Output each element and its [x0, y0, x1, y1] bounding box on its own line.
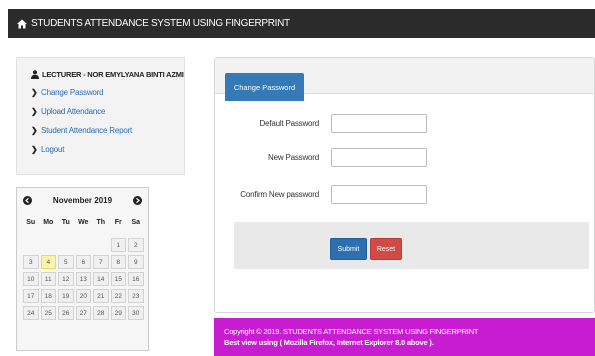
sidebar-item-label: Logout: [41, 145, 65, 154]
top-navbar: STUDENTS ATTENDANCE SYSTEM USING FINGERP…: [8, 9, 595, 38]
next-month-icon[interactable]: [133, 195, 142, 205]
page-footer: Copyright © 2019. STUDENTS ATTENDANCE SY…: [214, 318, 595, 356]
calendar-day[interactable]: 9: [128, 255, 144, 269]
calendar-day[interactable]: 8: [110, 255, 126, 269]
lecturer-name: LECTURER - NOR EMYLYANA BINTI AZMI: [42, 70, 184, 79]
calendar-day[interactable]: 7: [93, 255, 109, 269]
chevron-right-icon: ❯: [31, 88, 38, 97]
calendar-day[interactable]: 19: [58, 289, 74, 303]
calendar-day[interactable]: 25: [40, 306, 56, 320]
confirm-password-field[interactable]: [331, 185, 427, 204]
home-icon[interactable]: [17, 19, 27, 29]
calendar-days-grid: 1 2 3 4 5 6 7 8 9 10 11 12 13 14 15 16 17 18 19 20 21 22 23 24 2…: [17, 232, 148, 320]
calendar-day[interactable]: 14: [93, 272, 109, 286]
sidebar-item-change-password[interactable]: ❯ Change Password: [31, 83, 184, 102]
calendar-day[interactable]: 6: [75, 255, 91, 269]
calendar-day[interactable]: 27: [75, 306, 91, 320]
calendar-day[interactable]: 22: [110, 289, 126, 303]
weekday-label: Mo: [43, 218, 54, 226]
calendar-day[interactable]: 26: [58, 306, 74, 320]
new-password-field[interactable]: [331, 148, 427, 167]
calendar-widget: November 2019 Su Mo Tu We Th Fr Sa 12345…: [16, 187, 149, 351]
calendar-day[interactable]: 17: [23, 289, 39, 303]
weekday-label: Tu: [61, 218, 70, 226]
weekday-label: Fr: [114, 218, 122, 226]
confirm-password-row: Confirm New password: [215, 185, 427, 204]
new-password-row: New Password: [215, 148, 427, 167]
chevron-right-icon: ❯: [31, 145, 38, 154]
submit-button[interactable]: Submit: [330, 238, 367, 260]
calendar-day[interactable]: 21: [93, 289, 109, 303]
confirm-password-label: Confirm New password: [240, 190, 319, 199]
new-password-label: New Password: [268, 153, 319, 162]
calendar-day[interactable]: 13: [75, 272, 91, 286]
calendar-day[interactable]: 10: [23, 272, 39, 286]
sidebar-item-label: Student Attendance Report: [41, 126, 133, 135]
calendar-day[interactable]: 3: [23, 255, 39, 269]
app-title[interactable]: STUDENTS ATTENDANCE SYSTEM USING FINGERP…: [31, 18, 290, 29]
calendar-weekdays: Su Mo Tu We Th Fr Sa: [17, 212, 148, 232]
calendar-empty-cell: [58, 238, 74, 252]
panel-tabbar: Change Password: [215, 58, 594, 101]
calendar-day[interactable]: 2: [128, 238, 144, 252]
calendar-header: November 2019: [17, 188, 148, 212]
reset-button[interactable]: Reset: [370, 238, 402, 260]
weekday-label: Su: [26, 218, 36, 226]
calendar-day[interactable]: 11: [40, 272, 56, 286]
calendar-day[interactable]: 5: [58, 255, 74, 269]
sidebar-item-label: Change Password: [41, 88, 104, 97]
weekday-label: We: [78, 218, 89, 226]
calendar-empty-cell: [76, 238, 92, 252]
calendar-empty-cell: [41, 238, 57, 252]
user-label: LECTURER - NOR EMYLYANA BINTI AZMI: [31, 70, 184, 79]
default-password-field[interactable]: [331, 114, 427, 133]
calendar-day[interactable]: 24: [23, 306, 39, 320]
user-icon: [31, 70, 39, 79]
sidebar-item-upload-attendance[interactable]: ❯ Upload Attendance: [31, 102, 184, 121]
calendar-day[interactable]: 23: [128, 289, 144, 303]
default-password-row: Default Password: [215, 114, 427, 133]
footer-browser-note: Best view using ( Mozilla Firefox, Inter…: [224, 338, 434, 347]
chevron-right-icon: ❯: [31, 107, 38, 116]
chevron-right-icon: ❯: [31, 126, 38, 135]
calendar-day[interactable]: 20: [75, 289, 91, 303]
sidebar-item-label: Upload Attendance: [41, 107, 106, 116]
default-password-label: Default Password: [259, 119, 320, 128]
footer-copyright: Copyright © 2019. STUDENTS ATTENDANCE SY…: [224, 327, 479, 336]
form-actions: Submit Reset: [234, 222, 589, 269]
calendar-day[interactable]: 30: [128, 306, 144, 320]
prev-month-icon[interactable]: [23, 195, 32, 205]
calendar-day[interactable]: 28: [93, 306, 109, 320]
calendar-day[interactable]: 1: [110, 238, 126, 252]
calendar-empty-cell: [93, 238, 109, 252]
sidebar-menu: LECTURER - NOR EMYLYANA BINTI AZMI ❯ Cha…: [16, 57, 185, 175]
calendar-day[interactable]: 12: [58, 272, 74, 286]
change-password-panel: Change Password Default Password New Pas…: [214, 57, 595, 313]
calendar-day[interactable]: 15: [110, 272, 126, 286]
calendar-empty-cell: [23, 238, 39, 252]
calendar-day[interactable]: 4: [40, 255, 56, 269]
calendar-month-label: November 2019: [52, 195, 113, 205]
calendar-day[interactable]: 16: [128, 272, 144, 286]
calendar-day[interactable]: 18: [40, 289, 56, 303]
sidebar-item-logout[interactable]: ❯ Logout: [31, 140, 184, 159]
calendar-day[interactable]: 29: [110, 306, 126, 320]
weekday-label: Th: [96, 218, 106, 226]
tab-change-password[interactable]: Change Password: [225, 73, 304, 101]
weekday-label: Sa: [131, 218, 141, 226]
sidebar-item-attendance-report[interactable]: ❯ Student Attendance Report: [31, 121, 184, 140]
